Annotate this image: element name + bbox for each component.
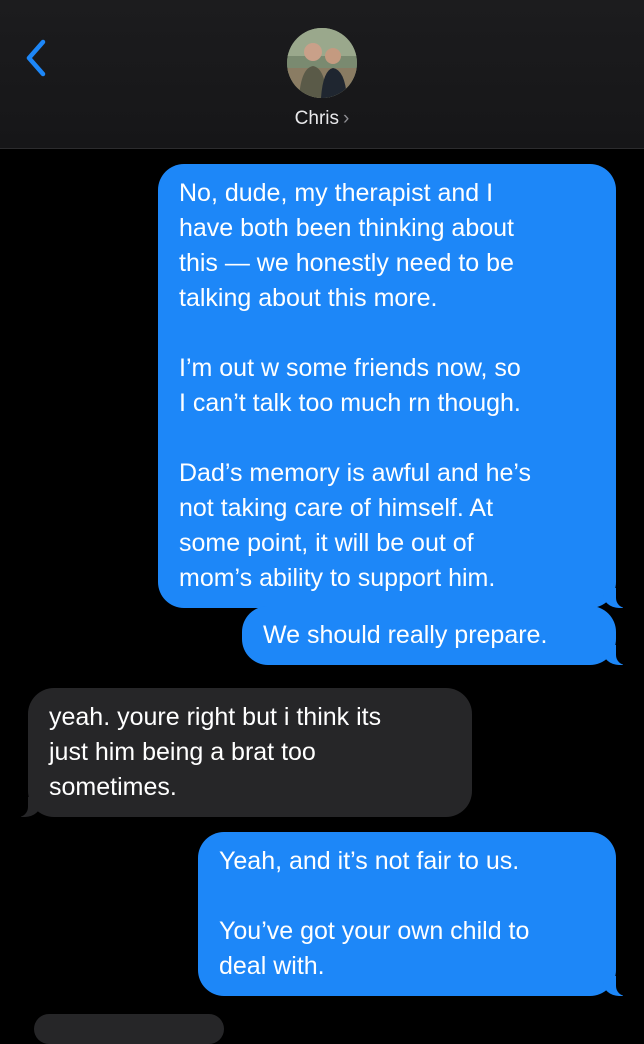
incoming-message-bubble[interactable]: yeah. youre right but i think its just h… (8, 688, 472, 817)
chevron-right-icon: › (343, 108, 350, 129)
avatar-photo (287, 28, 357, 98)
chevron-left-icon (26, 39, 46, 77)
contact-name-button[interactable]: Chris › (0, 108, 644, 130)
back-button[interactable] (14, 34, 58, 82)
outgoing-message-bubble[interactable]: No, dude, my therapist and I have both b… (158, 164, 636, 608)
outgoing-message-bubble[interactable]: Yeah, and it’s not fair to us. You’ve go… (198, 832, 636, 996)
contact-name: Chris (294, 108, 339, 129)
conversation-header: Chris › (0, 0, 644, 149)
incoming-message-bubble-partial[interactable] (34, 1014, 224, 1044)
contact-avatar[interactable] (287, 28, 357, 98)
outgoing-message-bubble[interactable]: We should really prepare. (242, 606, 636, 665)
